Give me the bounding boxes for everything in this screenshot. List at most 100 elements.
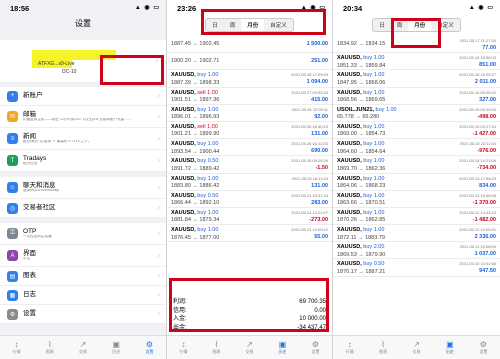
tab-quotes[interactable]: ↕ 行情 [0,336,33,359]
trade-row[interactable]: 1900.20 → 1902.71 251.00 [167,53,332,71]
chevron-right-icon: › [157,252,160,259]
trade-prices: 1870.17 → 1887.21 [337,268,386,275]
settings-item-label: 新闻 [23,132,36,140]
trade-row[interactable]: XAUUSD, buy 1.00 1883.80 → 1886.42 2021.05… [167,174,332,191]
trade-row[interactable]: 1887.45 → 1902.45 1 500.00 [167,36,332,54]
trade-row[interactable]: XAUUSD, buy 1.00 1893.54 → 1900.44 2021.05… [167,139,332,157]
trade-list[interactable]: 1887.45 → 1902.45 1 500.00 1900.20 → 1902.… [167,36,332,243]
trade-row[interactable]: XAUUSD, buy 1.00 1869.70 → 1862.36 2021.05… [333,156,500,174]
tab-settings[interactable]: ⚙ 设置 [467,336,500,359]
trade-profit: -1 427.00 [472,130,496,137]
tab-trade[interactable]: ↗ 交易 [66,336,99,359]
tab-chart[interactable]: ⌇ 图表 [200,336,233,359]
trade-row[interactable]: XAUUSD, sell 1.00 1901.51 → 1897.36 2021.0… [167,88,332,105]
chart-icon: ⌇ [381,340,386,349]
trade-row[interactable]: XAUUSD, buy 0.50 1891.72 → 1889.42 2021.05… [167,156,332,174]
settings-icon: ⚙ [479,340,487,349]
trade-datetime: 2021.05.27 00:53:24 [291,89,328,95]
settings-item[interactable]: ▦ 日志 › [0,286,166,305]
status-icons: ▲ ◉ ▭ [134,5,160,11]
trade-row[interactable]: XAUUSD, buy 1.00 1847.95 → 1868.06 2021.05… [333,70,500,88]
tab-trade[interactable]: ↗ 交易 [233,336,266,359]
segment-3[interactable]: 自定义 [431,19,460,31]
chart-icon: ⌇ [47,340,52,349]
settings-item[interactable]: ✉ 邮箱 内置虚拟主机——我在 12小时候24/7 以记住EA 交易和账户大量…… › [0,106,166,128]
settings-item[interactable]: ◎ 交易者社区 › [0,199,166,218]
trade-row[interactable]: XAUUSD, buy 2.00 1869.53 → 1879.90 2021.05… [333,242,500,260]
trade-row[interactable]: XAUUSD, buy 1.00 1881.84 → 1879.34 2021.05… [167,208,332,226]
settings-group: ☺ 聊天和消息 登录MQL5.community! › ◎ 交易者社区 › [0,177,166,218]
trade-prices: 1870.26 → 1862.85 [337,217,386,224]
segment-1[interactable]: 周 [391,19,409,31]
tab-label: 行情 [179,349,188,354]
trade-row[interactable]: XAUUSD, buy 1.00 1876.45 → 1877.00 2021.05… [167,225,332,243]
tab-history[interactable]: ▣ 历史 [433,336,466,359]
tab-settings[interactable]: ⚙ 设置 [299,336,332,359]
segment-3[interactable]: 自定义 [264,19,293,31]
trade-row[interactable]: XAUUSD, buy 1.00 1869.00 → 1854.73 2021.05… [333,122,500,140]
segment-0[interactable]: 日 [206,19,224,31]
settings-item[interactable]: ≡ 新闻 欧元/美元 当 欧洲 ＋ 最高价 0.7178 之下。 › [0,128,166,150]
settings-item-label: 日志 [23,291,36,299]
tab-quotes[interactable]: ↕ 行情 [333,336,366,359]
settings-item-label: 邮箱 [23,110,36,118]
trade-row[interactable]: XAUUSD, buy 1.00 1872.11 → 1883.79 2021.05… [333,225,500,243]
trade-profit: 947.50 [479,268,496,275]
segment-0[interactable]: 日 [373,19,391,31]
trade-row[interactable]: XAUUSD, buy 1.00 1864.06 → 1868.23 2021.05… [333,174,500,191]
tab-trade[interactable]: ↗ 交易 [400,336,433,359]
settings-item[interactable]: A 界面 中文 › [0,245,166,267]
settings-item-icon: ◎ [7,202,18,214]
trade-row[interactable]: XAUUSD, buy 0.50 1866.44 → 1892.10 2021.05… [167,191,332,208]
trade-prices: 1869.53 → 1879.90 [337,251,386,258]
settings-item[interactable]: T Tradays 经济日历 › [0,150,166,172]
settings-item[interactable]: ⚙ 设置 › [0,305,166,324]
trade-symbol-name: XAUUSD, [171,123,196,130]
settings-item-icon: A [7,250,18,261]
trade-list[interactable]: 1834.92 → 1834.15 2021.05.17 11:27:30 77.0… [333,36,500,277]
segment-2[interactable]: 月份 [408,19,432,31]
tab-chart[interactable]: ⌇ 图表 [366,336,399,359]
trade-profit: 415.00 [311,96,328,103]
trade-row[interactable]: XAUUSD, buy 1.00 1896.01 → 1896.93 2021.05… [167,105,332,122]
trade-row[interactable]: XAUUSD, sell 1.00 1901.21 → 1899.90 2021.0… [167,122,332,140]
trade-side: buy 1.00 [363,89,385,96]
chevron-right-icon: › [157,230,160,237]
trade-row[interactable]: XAUUSD, buy 1.00 1864.60 → 1854.64 2021.05… [333,139,500,157]
trade-row[interactable]: XAUUSD, buy 1.00 1887.39 → 1898.33 2021.05… [167,70,332,88]
trade-row[interactable]: XAUUSD, buy 1.00 1851.33 → 1859.84 2021.05… [333,53,500,71]
settings-item[interactable]: ☺ 聊天和消息 登录MQL5.community! › [0,177,166,199]
trade-row[interactable]: 1834.92 → 1834.15 2021.05.17 11:27:30 77.0… [333,36,500,54]
trade-datetime: 2021.05.15 09:15:04 [459,106,496,112]
settings-item[interactable]: ▤ 图表 › [0,267,166,286]
settings-item[interactable]: + 新账户 › [0,87,166,106]
settings-item[interactable]: ⚿ OTP 一次性密码生成器 › [0,223,166,245]
trade-symbol: XAUUSD, sell 1.00 [171,90,218,96]
trade-row[interactable]: XAUUSD, buy 0.50 1870.17 → 1887.21 2021.05… [333,259,500,277]
settings-item-subtitle: 欧元/美元 当 欧洲 ＋ 最高价 0.7178 之下。 [23,140,92,144]
tab-history[interactable]: ▣ 历史 [100,336,133,359]
account-card[interactable]: ATFXG...s9-Live DC-10 › [0,40,166,82]
settings-item-icon: ✉ [7,111,18,122]
trade-row[interactable]: XAUUSD, buy 1.00 1863.66 → 1870.51 2021.05… [333,191,500,208]
tab-chart[interactable]: ⌇ 图表 [33,336,66,359]
summary-value: 10 000.00 [299,316,326,322]
trade-prices: 1868.56 → 1869.65 [337,97,386,104]
trade-symbol: XAUUSD, buy 1.00 [171,176,218,182]
chevron-right-icon: › [157,184,160,191]
trade-row[interactable]: XAUUSD, buy 1.00 1868.56 → 1869.65 2021.05… [333,88,500,105]
trade-profit: 251.00 [311,58,328,65]
redaction-highlight [32,50,116,60]
tab-quotes[interactable]: ↕ 行情 [167,336,200,359]
segment-2[interactable]: 月份 [241,19,265,31]
trade-prices: 1863.66 → 1870.51 [337,200,386,207]
tab-settings[interactable]: ⚙ 设置 [133,336,166,359]
tab-history[interactable]: ▣ 历史 [266,336,299,359]
trade-profit: -1 482.00 [472,216,496,223]
trade-datetime: 2021.05.10 10:41:56 [459,261,496,267]
trade-symbol-name: XAUUSD, [171,141,196,148]
trade-row[interactable]: XAUUSD, buy 1.00 1870.26 → 1862.85 2021.05… [333,208,500,226]
trade-row[interactable]: USOIL.JUN21, buy 1.00 65.778 → 65.280 2021… [333,105,500,122]
settings-item-text: 设置 [23,310,36,317]
segment-1[interactable]: 周 [224,19,242,31]
